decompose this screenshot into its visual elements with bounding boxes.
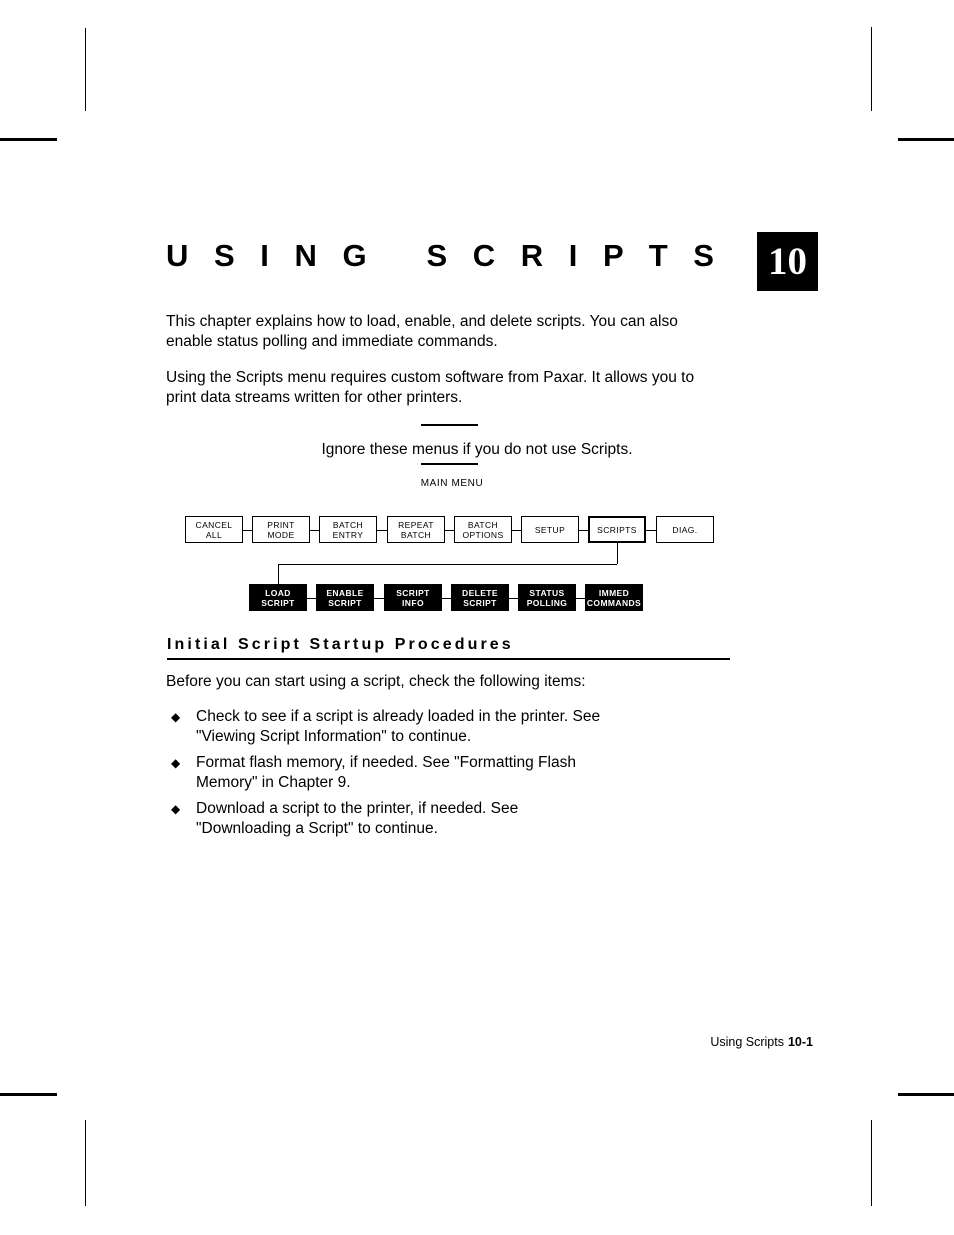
diamond-bullet-icon: ◆ <box>171 756 181 770</box>
footer-folio: 10-1 <box>787 1035 813 1049</box>
menu-box-label-line1: IMMED <box>598 587 630 598</box>
page-title: U S I N G S C R I P T S <box>166 238 723 273</box>
menu-box-main-0[interactable]: CANCEL ALL <box>185 516 243 543</box>
menu-box-main-6[interactable]: SCRIPTS <box>588 516 646 543</box>
menu-box-label-line1: SCRIPTS <box>597 524 637 535</box>
crop-mark-top-left-horizontal <box>0 138 57 141</box>
menu-box-script-5[interactable]: IMMED COMMANDS <box>585 584 643 611</box>
menu-box-main-4[interactable]: BATCH OPTIONS <box>454 516 512 543</box>
menu-box-label-line2: MODE <box>267 529 295 540</box>
menu-connector-vertical <box>278 564 279 584</box>
list-item-text: Check to see if a script is already load… <box>196 708 601 745</box>
crop-mark-bottom-left-vertical <box>85 1120 86 1206</box>
intro-paragraph-1: This chapter explains how to load, enabl… <box>166 313 678 350</box>
menu-box-label-line1: BATCH <box>332 519 364 530</box>
menu-box-label-line2: SCRIPT <box>261 597 295 608</box>
list-item: ◆ Check to see if a script is already loa… <box>166 707 728 747</box>
callout-rule-top <box>421 424 478 426</box>
menu-connector-horizontal <box>243 529 252 531</box>
menu-connector-horizontal <box>512 529 521 531</box>
list-item: ◆ Format flash memory, if needed. See "Fo… <box>166 753 728 793</box>
section-heading-rule <box>167 658 730 660</box>
diamond-bullet-icon: ◆ <box>171 710 181 724</box>
menu-connector-vertical <box>617 543 618 564</box>
menu-box-script-1[interactable]: ENABLE SCRIPT <box>316 584 374 611</box>
footer-chapter-name: Using Scripts <box>710 1035 784 1049</box>
menu-box-label-line2: SCRIPT <box>328 597 362 608</box>
menu-connector-horizontal <box>278 564 617 565</box>
crop-mark-bottom-right-vertical <box>871 1120 872 1206</box>
menu-connector-horizontal <box>374 597 384 599</box>
menu-connector-horizontal <box>579 529 588 531</box>
menu-connector-horizontal <box>377 529 387 531</box>
menu-box-label-line1: SCRIPT <box>396 587 430 598</box>
menu-box-label-line1: ENABLE <box>326 587 364 598</box>
menu-box-main-1[interactable]: PRINT MODE <box>252 516 310 543</box>
menu-box-script-2[interactable]: SCRIPT INFO <box>384 584 442 611</box>
menu-connector-horizontal <box>576 597 585 599</box>
menu-connector-horizontal <box>445 529 454 531</box>
menu-box-label-line1: CANCEL <box>195 519 233 530</box>
menu-box-main-3[interactable]: REPEAT BATCH <box>387 516 445 543</box>
menu-connector-horizontal <box>307 597 316 599</box>
section-heading: Initial Script Startup Procedures <box>167 636 514 653</box>
list-item: ◆ Download a script to the printer, if ne… <box>166 799 728 839</box>
menu-box-label-line2: BATCH <box>400 529 432 540</box>
menu-box-label-line1: REPEAT <box>398 519 434 530</box>
menu-box-label-line2: COMMANDS <box>586 597 642 608</box>
list-item-text: Format flash memory, if needed. See "For… <box>196 754 576 791</box>
menu-connector-horizontal <box>310 529 319 531</box>
menu-connector-horizontal <box>442 597 451 599</box>
menu-box-label-line2: ENTRY <box>332 529 364 540</box>
page-footer: Using Scripts 10-1 <box>300 1034 813 1050</box>
menu-box-label-line1: LOAD <box>265 587 291 598</box>
menu-box-label-line2: OPTIONS <box>462 529 504 540</box>
crop-mark-bottom-right-horizontal <box>898 1093 954 1096</box>
menu-connector-horizontal <box>509 597 518 599</box>
callout-rule-bottom <box>421 463 478 465</box>
menu-box-label-line1: DIAG. <box>672 524 698 535</box>
crop-mark-top-right-vertical <box>871 27 872 111</box>
menu-box-main-5[interactable]: SETUP <box>521 516 579 543</box>
menu-map-title: MAIN MENU <box>420 478 484 489</box>
menu-box-label-line1: PRINT <box>267 519 295 530</box>
document-page: U S I N G S C R I P T S 10 This chapter … <box>0 0 954 1235</box>
crop-mark-top-right-horizontal <box>898 138 954 141</box>
menu-box-main-7[interactable]: DIAG. <box>656 516 714 543</box>
callout-note: Ignore these menus if you do not use Scr… <box>321 441 633 458</box>
menu-box-label-line1: BATCH <box>467 519 499 530</box>
crop-mark-bottom-left-horizontal <box>0 1093 57 1096</box>
diamond-bullet-icon: ◆ <box>171 802 181 816</box>
section-lead-text: Before you can start using a script, che… <box>166 673 586 690</box>
crop-mark-top-left-vertical <box>85 28 86 111</box>
menu-box-label-line1: SETUP <box>534 524 566 535</box>
menu-connector-horizontal <box>646 529 656 531</box>
menu-box-script-4[interactable]: STATUS POLLING <box>518 584 576 611</box>
chapter-number-badge: 10 <box>757 232 818 291</box>
menu-box-script-0[interactable]: LOAD SCRIPT <box>249 584 307 611</box>
menu-box-label-line1: STATUS <box>529 587 565 598</box>
intro-paragraph-2: Using the Scripts menu requires custom s… <box>166 369 695 406</box>
menu-box-label-line2: SCRIPT <box>463 597 497 608</box>
menu-box-label-line1: DELETE <box>462 587 498 598</box>
menu-box-label-line2: INFO <box>402 597 424 608</box>
bullet-list: ◆ Check to see if a script is already loa… <box>166 707 728 845</box>
menu-box-main-2[interactable]: BATCH ENTRY <box>319 516 377 543</box>
list-item-text: Download a script to the printer, if nee… <box>196 800 519 837</box>
menu-box-label-line2: ALL <box>205 529 223 540</box>
menu-box-label-line2: POLLING <box>526 597 568 608</box>
menu-box-script-3[interactable]: DELETE SCRIPT <box>451 584 509 611</box>
